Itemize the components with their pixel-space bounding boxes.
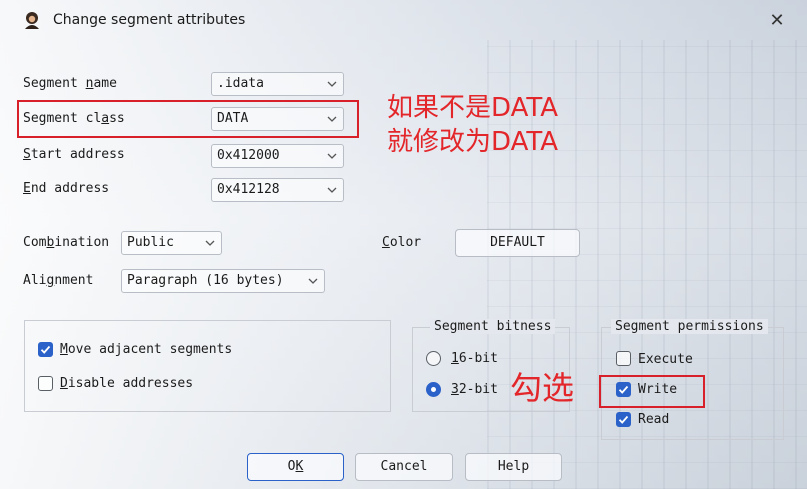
- color-default-button[interactable]: DEFAULT: [455, 229, 580, 257]
- title-bar: Change segment attributes ✕: [0, 0, 807, 40]
- start-address-value: 0x412000: [217, 148, 280, 163]
- alignment-value: Paragraph (16 bytes): [127, 273, 284, 288]
- chevron-down-icon: [205, 240, 215, 246]
- help-button[interactable]: Help: [465, 453, 562, 481]
- chevron-down-icon: [327, 187, 337, 193]
- segment-class-highlight: [17, 100, 359, 138]
- ok-button[interactable]: OK: [247, 453, 344, 481]
- chevron-down-icon: [327, 81, 337, 87]
- alignment-combo[interactable]: Paragraph (16 bytes): [121, 269, 325, 293]
- combination-value: Public: [127, 235, 174, 250]
- alignment-label: Alignment: [23, 273, 94, 288]
- end-address-value: 0x412128: [217, 182, 280, 197]
- disable-addresses-checkbox[interactable]: [38, 376, 53, 391]
- move-adjacent-label: Move adjacent segments: [60, 342, 233, 357]
- execute-label: Execute: [638, 352, 693, 367]
- class-annotation-line1: 如果不是DATA: [387, 93, 558, 123]
- chevron-down-icon: [327, 153, 337, 159]
- permissions-group-title: Segment permissions: [611, 319, 768, 334]
- bitness-group-title: Segment bitness: [430, 319, 556, 334]
- write-annotation: 勾选: [510, 369, 575, 407]
- start-address-combo[interactable]: 0x412000: [211, 144, 344, 168]
- segment-name-value: .idata: [217, 76, 264, 91]
- window-title: Change segment attributes: [53, 12, 246, 28]
- combination-combo[interactable]: Public: [121, 231, 222, 255]
- write-highlight: [599, 375, 705, 408]
- ida-app-icon: [25, 12, 39, 29]
- read-checkbox[interactable]: [616, 412, 631, 427]
- bit16-radio[interactable]: [426, 351, 441, 366]
- bit16-label: 16-bit: [451, 351, 498, 366]
- chevron-down-icon: [308, 278, 318, 284]
- disable-addresses-label: Disable addresses: [60, 376, 194, 391]
- segment-name-label: Segment name: [23, 76, 117, 91]
- read-label: Read: [638, 412, 670, 427]
- combination-label: Combination: [23, 235, 110, 250]
- checkmark-icon: [40, 345, 51, 354]
- bit32-label: 32-bit: [451, 382, 498, 397]
- end-address-label: End address: [23, 181, 110, 196]
- bit32-radio[interactable]: [426, 382, 441, 397]
- segment-name-combo[interactable]: .idata: [211, 72, 344, 96]
- options-group: [24, 320, 391, 412]
- color-label: Color: [382, 235, 422, 250]
- close-icon[interactable]: ✕: [766, 10, 788, 32]
- execute-checkbox[interactable]: [616, 351, 631, 366]
- checkmark-icon: [618, 415, 629, 424]
- start-address-label: Start address: [23, 147, 125, 162]
- end-address-combo[interactable]: 0x412128: [211, 178, 344, 202]
- cancel-button[interactable]: Cancel: [355, 453, 453, 481]
- class-annotation-line2: 就修改为DATA: [387, 127, 558, 157]
- move-adjacent-checkbox[interactable]: [38, 342, 53, 357]
